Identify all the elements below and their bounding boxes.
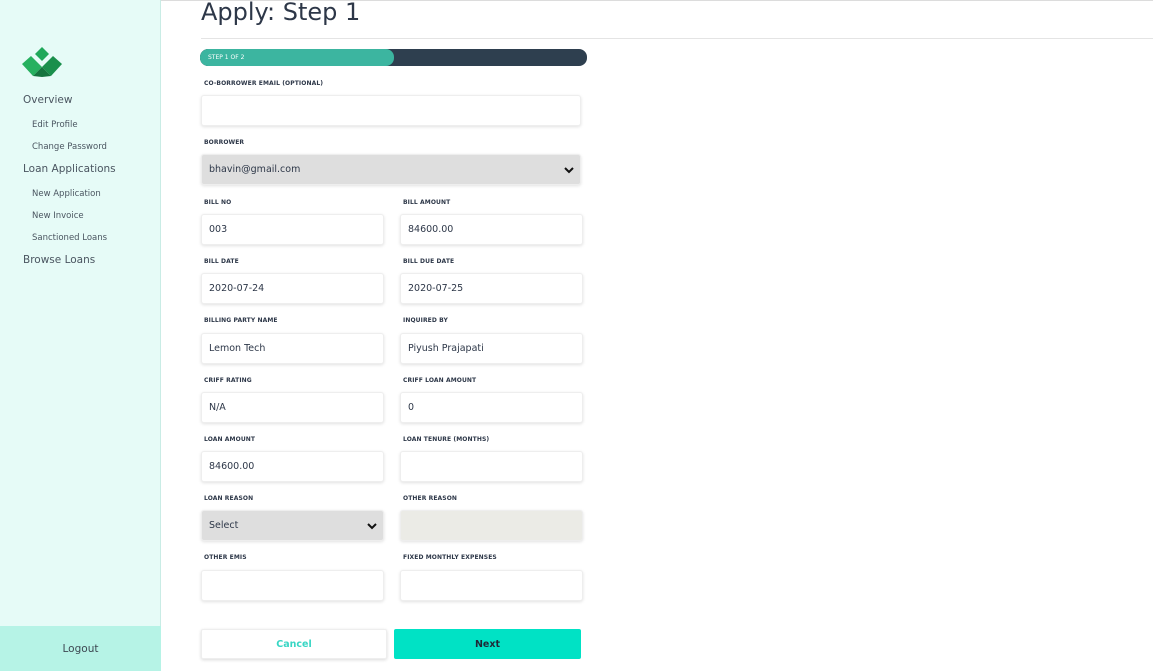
other-reason-label: OTHER REASON bbox=[403, 495, 458, 502]
borrower-label: BORROWER bbox=[204, 139, 245, 146]
bill-date-label: BILL DATE bbox=[204, 258, 239, 265]
loan-amount-label: LOAN AMOUNT bbox=[204, 436, 256, 443]
page-title: Apply: Step 1 bbox=[201, 0, 361, 26]
bill-date-field[interactable]: 2020-07-24 bbox=[201, 273, 384, 304]
sidebar-item-new-application[interactable]: New Application bbox=[32, 189, 101, 199]
next-button[interactable]: Next bbox=[394, 629, 581, 659]
criff-loan-amount-field[interactable]: 0 bbox=[400, 392, 583, 423]
sidebar-item-new-invoice[interactable]: New Invoice bbox=[32, 211, 84, 221]
brand-logo-icon bbox=[22, 47, 62, 77]
bill-amount-field[interactable]: 84600.00 bbox=[400, 214, 583, 245]
fixed-monthly-expenses-label: FIXED MONTHLY EXPENSES bbox=[403, 554, 497, 561]
borrower-select-value: bhavin@gmail.com bbox=[209, 164, 301, 175]
billing-party-name-field[interactable]: Lemon Tech bbox=[201, 333, 384, 364]
borrower-select[interactable]: bhavin@gmail.com bbox=[201, 154, 581, 185]
loan-amount-field[interactable]: 84600.00 bbox=[201, 451, 384, 482]
chevron-down-icon bbox=[367, 522, 377, 529]
title-divider bbox=[201, 38, 1153, 39]
other-reason-field bbox=[400, 510, 583, 541]
loan-tenure-field[interactable] bbox=[400, 451, 583, 482]
sidebar-item-edit-profile[interactable]: Edit Profile bbox=[32, 120, 78, 130]
loan-tenure-label: LOAN TENURE (MONTHS) bbox=[403, 436, 490, 443]
step-progress-label: STEP 1 OF 2 bbox=[208, 54, 245, 61]
loan-reason-select[interactable]: Select bbox=[201, 510, 384, 541]
sidebar: Overview Edit Profile Change Password Lo… bbox=[0, 0, 161, 671]
logout-button[interactable]: Logout bbox=[0, 626, 161, 671]
loan-reason-label: LOAN REASON bbox=[204, 495, 254, 502]
criff-rating-label: CRIFF RATING bbox=[204, 377, 252, 384]
sidebar-item-loan-applications[interactable]: Loan Applications bbox=[23, 163, 116, 175]
step-progress-bar: STEP 1 OF 2 bbox=[200, 49, 587, 66]
inquired-by-field[interactable]: Piyush Prajapati bbox=[400, 333, 583, 364]
criff-loan-amount-label: CRIFF LOAN AMOUNT bbox=[403, 377, 477, 384]
sidebar-item-overview[interactable]: Overview bbox=[23, 94, 72, 106]
other-emis-field[interactable] bbox=[201, 570, 384, 601]
sidebar-item-browse-loans[interactable]: Browse Loans bbox=[23, 254, 95, 266]
fixed-monthly-expenses-field[interactable] bbox=[400, 570, 583, 601]
loan-reason-select-value: Select bbox=[209, 520, 239, 531]
inquired-by-label: INQUIRED BY bbox=[403, 317, 448, 324]
criff-rating-field[interactable]: N/A bbox=[201, 392, 384, 423]
sidebar-item-change-password[interactable]: Change Password bbox=[32, 142, 107, 152]
billing-party-name-label: BILLING PARTY NAME bbox=[204, 317, 278, 324]
step-progress-fill: STEP 1 OF 2 bbox=[200, 49, 394, 66]
sidebar-item-sanctioned-loans[interactable]: Sanctioned Loans bbox=[32, 233, 107, 243]
cancel-button[interactable]: Cancel bbox=[201, 629, 387, 659]
coborrower-email-field[interactable] bbox=[201, 95, 581, 126]
bill-amount-label: BILL AMOUNT bbox=[403, 199, 451, 206]
bill-no-label: BILL NO bbox=[204, 199, 232, 206]
coborrower-email-label: CO-BORROWER EMAIL (OPTIONAL) bbox=[204, 80, 324, 87]
other-emis-label: OTHER EMIS bbox=[204, 554, 247, 561]
bill-no-field[interactable]: 003 bbox=[201, 214, 384, 245]
bill-due-date-label: BILL DUE DATE bbox=[403, 258, 455, 265]
chevron-down-icon bbox=[564, 166, 574, 173]
bill-due-date-field[interactable]: 2020-07-25 bbox=[400, 273, 583, 304]
